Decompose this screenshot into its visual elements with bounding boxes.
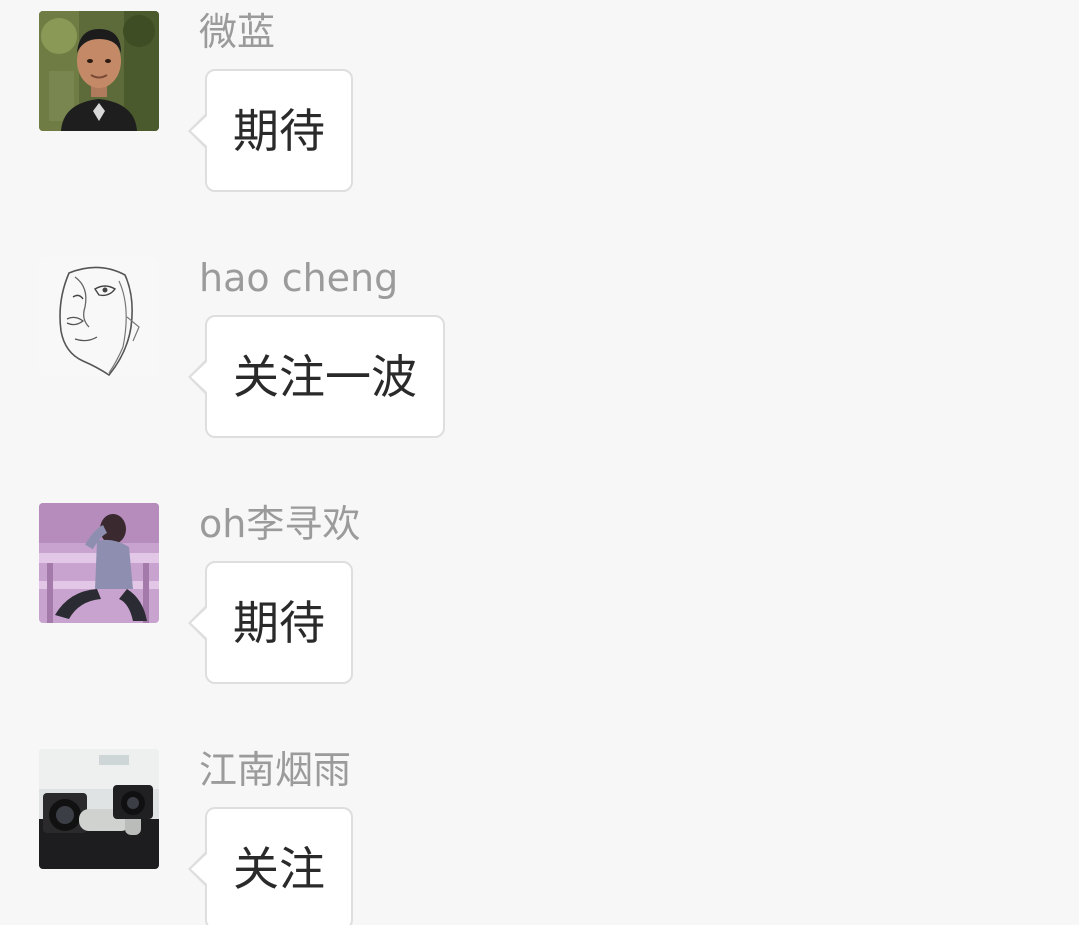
message-bubble[interactable]: 期待 <box>188 69 353 192</box>
avatar-photo-man-outdoor <box>39 11 159 131</box>
message-bubble[interactable]: 关注一波 <box>188 315 445 438</box>
sender-name: hao cheng <box>199 256 399 300</box>
bubble-tail-fill <box>191 115 208 147</box>
chat-message: oh李寻欢 期待 <box>0 492 1079 692</box>
message-text: 关注一波 <box>233 349 417 404</box>
message-text: 关注 <box>233 841 325 896</box>
chat-message: 微蓝 期待 <box>0 0 1079 200</box>
avatar[interactable] <box>39 11 159 131</box>
sender-name: 江南烟雨 <box>199 748 352 792</box>
bubble-tail-fill <box>191 607 208 639</box>
chat-message: 江南烟雨 关注 <box>0 738 1079 925</box>
chat-message-list: 微蓝 期待 hao cheng 关注一波 oh李寻欢 期待 江南烟雨 关注 <box>0 0 1079 925</box>
message-text: 期待 <box>233 595 325 650</box>
avatar-photo-man-pink <box>39 503 159 623</box>
bubble-tail-fill <box>191 853 208 885</box>
message-bubble[interactable]: 关注 <box>188 807 353 925</box>
avatar[interactable] <box>39 257 159 377</box>
avatar[interactable] <box>39 503 159 623</box>
sender-name: oh李寻欢 <box>199 502 361 546</box>
chat-message: hao cheng 关注一波 <box>0 246 1079 446</box>
avatar-sketch-face <box>39 257 159 377</box>
message-bubble[interactable]: 期待 <box>188 561 353 684</box>
message-text: 期待 <box>233 103 325 158</box>
avatar-photo-cameras <box>39 749 159 869</box>
sender-name: 微蓝 <box>199 10 276 54</box>
bubble-tail-fill <box>191 361 208 393</box>
avatar[interactable] <box>39 749 159 869</box>
